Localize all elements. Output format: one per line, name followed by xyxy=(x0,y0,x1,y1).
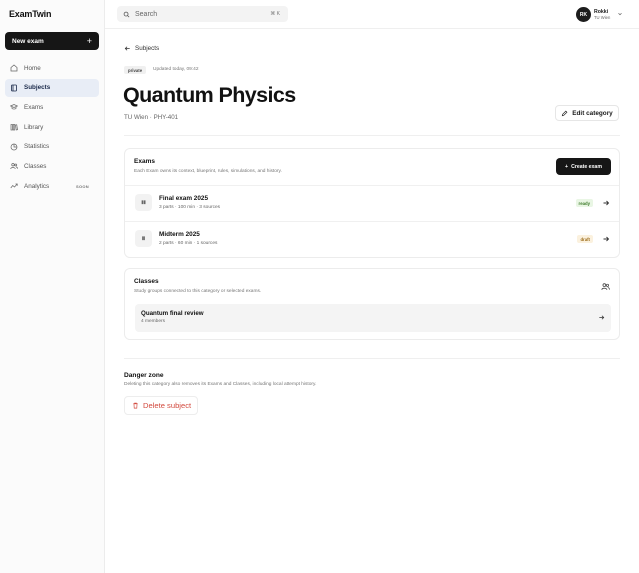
graduation-cap-icon xyxy=(10,104,18,110)
exams-description: Each Exam owns its context, blueprint, r… xyxy=(134,169,282,174)
sidebar-item-statistics[interactable]: Statistics xyxy=(5,138,99,156)
status-badge: ready xyxy=(575,199,593,207)
sidebar-item-classes[interactable]: Classes xyxy=(5,157,99,175)
exam-meta: 2 parts · 60 min · 1 sources xyxy=(159,241,218,246)
sidebar-item-label: Classes xyxy=(24,162,47,170)
sidebar-item-label: Analytics xyxy=(24,182,50,190)
users-icon xyxy=(10,163,18,170)
sidebar: ExamTwin New exam + Home Subjects Exams … xyxy=(0,0,105,573)
classes-title: Classes xyxy=(134,278,159,285)
sidebar-item-label: Statistics xyxy=(24,143,50,151)
back-link[interactable]: Subjects xyxy=(124,45,159,52)
plus-icon: + xyxy=(565,163,569,170)
arrow-left-icon xyxy=(124,46,130,51)
sidebar-item-label: Home xyxy=(24,64,41,72)
exam-row-midterm[interactable]: ⅡⅠ Midterm 2025 2 parts · 60 min · 1 sou… xyxy=(125,221,619,257)
page-subtitle: TU Wien · PHY-401 xyxy=(124,114,179,121)
exam-title: Midterm 2025 xyxy=(159,231,200,238)
exam-meta: 3 parts · 100 min · 3 sources xyxy=(159,205,221,210)
sidebar-item-exams[interactable]: Exams xyxy=(5,98,99,116)
create-exam-button[interactable]: + Create exam xyxy=(556,158,611,175)
soon-badge: SOON xyxy=(76,183,89,189)
danger-zone-description: Deleting this category also removes its … xyxy=(124,382,317,387)
stats-icon xyxy=(10,143,18,151)
library-icon xyxy=(10,124,18,131)
sidebar-item-home[interactable]: Home xyxy=(5,59,99,77)
app-logo[interactable]: ExamTwin xyxy=(9,9,51,19)
edit-category-label: Edit category xyxy=(572,109,613,117)
delete-subject-button[interactable]: Delete subject xyxy=(124,396,198,415)
search-placeholder: Search xyxy=(135,10,158,18)
users-icon[interactable] xyxy=(601,282,610,291)
classes-description: Study groups connected to this category … xyxy=(134,289,262,294)
status-badge: draft xyxy=(577,235,593,243)
topbar: Search ⌘ K RK Rokki TU Wien xyxy=(105,0,639,29)
sidebar-item-label: Subjects xyxy=(24,84,51,92)
new-exam-label: New exam xyxy=(12,37,44,45)
class-members: 4 members xyxy=(141,319,165,324)
home-icon xyxy=(10,64,18,72)
sidebar-nav: Home Subjects Exams Library Statistics C… xyxy=(5,59,99,197)
sidebar-item-label: Exams xyxy=(24,103,44,111)
sidebar-item-label: Library xyxy=(24,123,44,131)
arrow-right-icon[interactable] xyxy=(602,235,610,243)
visibility-badge: private xyxy=(124,66,147,74)
page-title: Quantum Physics xyxy=(123,83,296,107)
trash-icon xyxy=(133,402,138,409)
sidebar-item-subjects[interactable]: Subjects xyxy=(5,78,99,97)
sidebar-item-library[interactable]: Library xyxy=(5,118,99,136)
arrow-right-icon xyxy=(599,315,605,320)
exam-title: Final exam 2025 xyxy=(159,195,209,202)
analytics-icon xyxy=(10,183,18,189)
sidebar-item-analytics[interactable]: Analytics SOON xyxy=(5,177,99,195)
create-exam-label: Create exam xyxy=(571,163,602,170)
class-row[interactable]: Quantum final review 4 members xyxy=(135,304,611,332)
avatar[interactable]: RK xyxy=(576,7,591,22)
class-title: Quantum final review xyxy=(141,310,204,317)
arrow-right-icon[interactable] xyxy=(602,199,610,207)
divider xyxy=(124,135,620,136)
pencil-icon xyxy=(562,110,568,116)
search-shortcut: ⌘ K xyxy=(270,11,280,17)
danger-zone-title: Danger zone xyxy=(124,372,164,379)
user-org: TU Wien xyxy=(594,15,611,20)
exam-icon: ⅡⅠ xyxy=(135,230,152,247)
book-icon xyxy=(11,84,17,92)
search-icon xyxy=(123,11,130,17)
exams-title: Exams xyxy=(134,158,155,165)
exams-card: Exams Each Exam owns its context, bluepr… xyxy=(124,148,620,258)
exam-icon: ⅡⅡ xyxy=(135,194,152,211)
new-exam-button[interactable]: New exam + xyxy=(5,32,99,50)
back-label: Subjects xyxy=(135,45,160,52)
search-input[interactable]: Search ⌘ K xyxy=(117,6,288,22)
edit-category-button[interactable]: Edit category xyxy=(555,105,619,121)
divider xyxy=(124,358,620,359)
exam-row-final[interactable]: ⅡⅡ Final exam 2025 3 parts · 100 min · 3… xyxy=(125,185,619,221)
classes-card: Classes Study groups connected to this c… xyxy=(124,268,620,340)
plus-icon: + xyxy=(86,35,92,46)
updated-timestamp: Updated today, 09:42 xyxy=(153,67,199,72)
delete-subject-label: Delete subject xyxy=(143,401,192,410)
chevron-down-icon[interactable] xyxy=(617,11,623,17)
